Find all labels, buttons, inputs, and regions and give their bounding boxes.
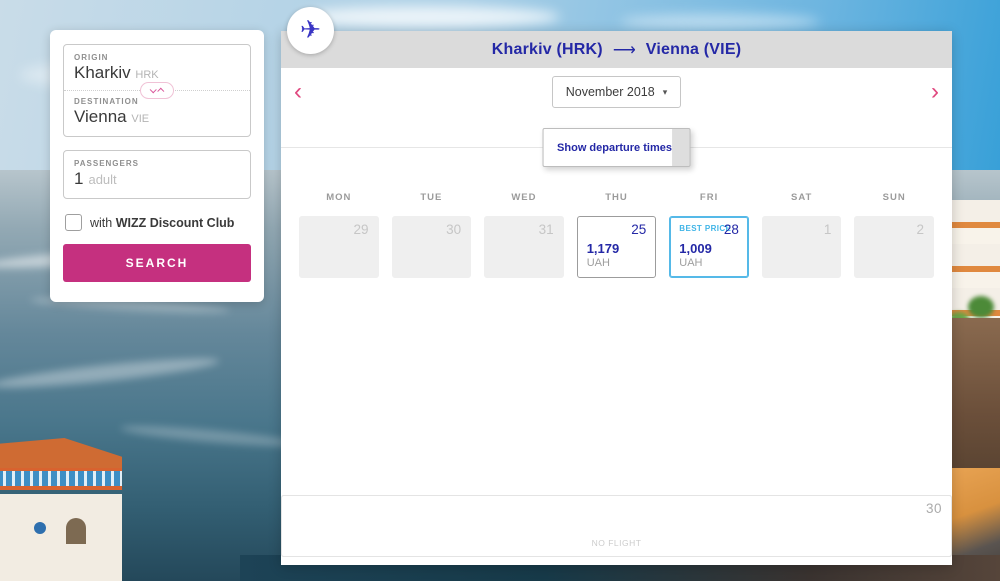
- fare-price: 1,009UAH: [679, 241, 712, 271]
- next-month-button[interactable]: ›: [931, 80, 939, 104]
- calendar-day-cell[interactable]: 25 1,179UAH: [577, 216, 657, 278]
- calendar: MONTUEWEDTHUFRISATSUN 2930311NO FLIGHT2N…: [281, 192, 952, 278]
- destination-value: Vienna VIE: [74, 107, 240, 127]
- month-select[interactable]: November 2018 ▾: [552, 76, 681, 108]
- bg-rocks: [948, 318, 1000, 493]
- bg-palm: [968, 296, 994, 318]
- passengers-value: 1 adult: [74, 169, 240, 189]
- fare-price: 1,179UAH: [587, 241, 620, 271]
- day-number: 25: [631, 222, 646, 237]
- plane-icon: ✈: [300, 18, 321, 43]
- destination-field[interactable]: DESTINATION Vienna VIE: [74, 97, 240, 127]
- weekday-label: THU: [577, 192, 657, 203]
- passengers-field[interactable]: PASSENGERS 1 adult: [63, 150, 251, 199]
- calendar-day-cell: 1: [762, 216, 842, 278]
- fare-calendar-panel: ✈ Kharkiv (HRK) ⟶ Vienna (VIE) ‹ Novembe…: [281, 31, 952, 565]
- no-flight-label: NO FLIGHT: [282, 538, 951, 548]
- route-fieldbox: ORIGIN Kharkiv HRK DESTINATION Vienna VI…: [63, 44, 251, 137]
- flight-search-card: ORIGIN Kharkiv HRK DESTINATION Vienna VI…: [50, 30, 264, 302]
- day-number: 30: [446, 222, 461, 237]
- day-number: 30: [926, 501, 942, 516]
- day-number: 2: [916, 222, 924, 237]
- swap-direction-button[interactable]: [140, 82, 174, 99]
- day-number: 1: [824, 222, 832, 237]
- caret-down-icon: ▾: [663, 87, 668, 98]
- bg-house-railing: [0, 468, 122, 490]
- day-number: 29: [354, 222, 369, 237]
- previous-month-button[interactable]: ‹: [294, 80, 302, 104]
- bg-house-window: [66, 518, 86, 544]
- route-arrow-icon: ⟶: [613, 40, 636, 60]
- month-select-value: November 2018: [566, 85, 655, 99]
- calendar-day-cell: 31: [484, 216, 564, 278]
- bg-house-wall: [0, 494, 122, 581]
- route-origin-title: Kharkiv (HRK): [492, 41, 603, 59]
- origin-label: ORIGIN: [74, 53, 240, 62]
- plane-badge: ✈: [287, 7, 334, 54]
- discount-club-row: with WIZZ Discount Club: [65, 214, 249, 231]
- fare-currency: UAH: [679, 257, 712, 271]
- weekday-label: FRI: [669, 192, 749, 203]
- calendar-day-cell[interactable]: BEST PRICE281,009UAH: [669, 216, 749, 278]
- day-number: 28: [724, 222, 739, 237]
- bg-cloud: [300, 6, 560, 28]
- departure-toggle-zone: Show departure times: [281, 116, 952, 186]
- route-divider: [64, 90, 250, 91]
- wizz-discount-checkbox[interactable]: [65, 214, 82, 231]
- app-screen: ORIGIN Kharkiv HRK DESTINATION Vienna VI…: [0, 0, 1000, 581]
- weekday-label: SAT: [762, 192, 842, 203]
- origin-code: HRK: [135, 69, 158, 81]
- passenger-count: 1: [74, 169, 83, 189]
- weekday-label: MON: [299, 192, 379, 203]
- weekday-label: SUN: [854, 192, 934, 203]
- bg-house: [0, 438, 122, 581]
- bg-cloud: [620, 14, 820, 30]
- passengers-label: PASSENGERS: [74, 159, 240, 168]
- calendar-day-cell: 30: [392, 216, 472, 278]
- passenger-type: adult: [88, 172, 116, 187]
- chevron-down-icon: [150, 86, 157, 93]
- calendar-day-cell: 29: [299, 216, 379, 278]
- chevron-up-icon: [157, 88, 164, 95]
- route-destination-title: Vienna (VIE): [646, 41, 741, 59]
- destination-code: VIE: [131, 113, 149, 125]
- show-departure-times-button[interactable]: Show departure times: [542, 128, 691, 167]
- calendar-day-cell: 2: [854, 216, 934, 278]
- fare-amount: 1,009: [679, 241, 712, 257]
- discount-club-label: with WIZZ Discount Club: [90, 216, 234, 230]
- day-number: 31: [539, 222, 554, 237]
- search-button[interactable]: SEARCH: [63, 244, 251, 282]
- month-navigation: ‹ November 2018 ▾ ›: [281, 68, 952, 116]
- bg-house-roof: [0, 438, 122, 472]
- fare-amount: 1,179: [587, 241, 620, 257]
- weekday-label: TUE: [392, 192, 472, 203]
- bg-house-lamp: [34, 522, 46, 534]
- calendar-day-cell: 30 NO FLIGHT: [281, 495, 952, 557]
- weekday-header-row: MON TUE WED THU FRI SAT SUN: [299, 192, 934, 203]
- fare-currency: UAH: [587, 257, 620, 271]
- origin-field[interactable]: ORIGIN Kharkiv HRK: [74, 53, 240, 83]
- weekday-label: WED: [484, 192, 564, 203]
- origin-value: Kharkiv HRK: [74, 63, 240, 83]
- route-header-bar: ✈ Kharkiv (HRK) ⟶ Vienna (VIE): [281, 31, 952, 68]
- calendar-grid: 2930311NO FLIGHT2NO FLIGHT3NO FLIGHT4NO …: [299, 216, 934, 278]
